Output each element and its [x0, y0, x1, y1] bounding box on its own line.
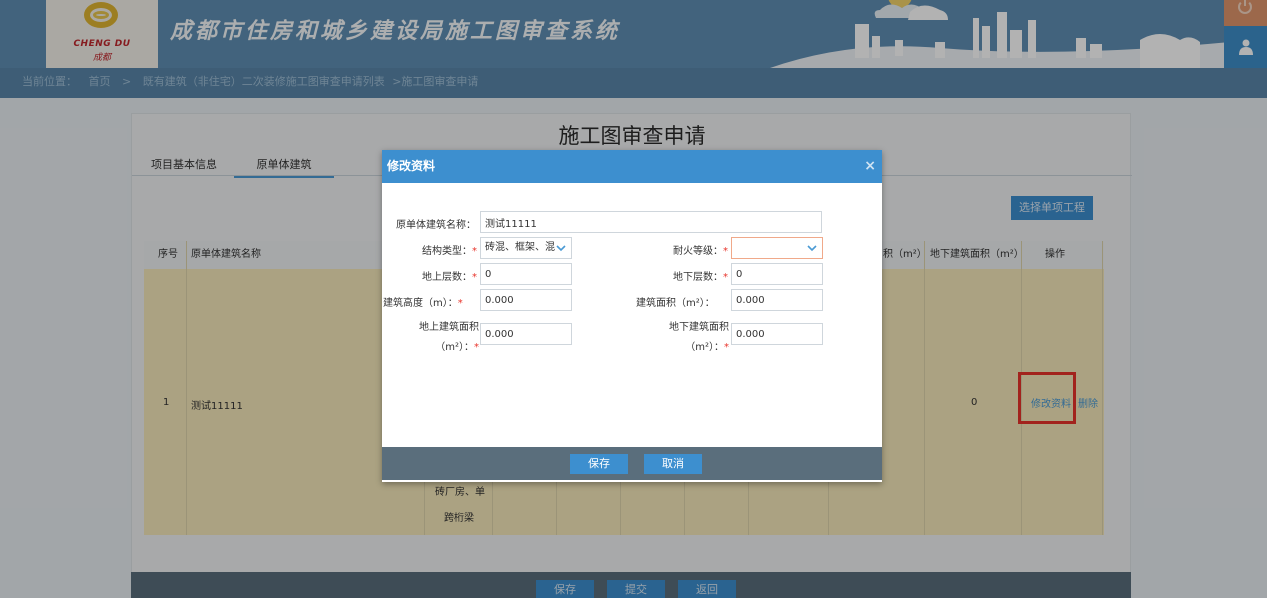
chevron-down-icon: [556, 245, 566, 252]
below-area-input[interactable]: [731, 323, 823, 345]
structure-type-label: 结构类型：*: [422, 246, 477, 257]
close-icon[interactable]: ×: [864, 150, 876, 183]
building-name-label: 原单体建筑名称：: [396, 220, 476, 231]
chevron-down-icon: [807, 245, 817, 252]
above-area-label-2: （m²）：*: [435, 342, 479, 353]
modal-title: 修改资料: [387, 159, 436, 173]
structure-type-select[interactable]: 砖混、框架、混: [480, 237, 572, 259]
modal-cancel-button[interactable]: 取消: [644, 454, 702, 474]
building-name-input[interactable]: [480, 211, 822, 233]
modal-footer: 保存 取消: [382, 447, 882, 480]
below-area-label-2: （m²）：*: [685, 342, 729, 353]
modal-header: 修改资料 ×: [382, 150, 882, 183]
structure-type-value: 砖混、框架、混: [485, 242, 555, 253]
building-height-label: 建筑高度（m）：*: [383, 298, 463, 309]
above-floors-label: 地上层数：*: [422, 272, 477, 283]
above-floors-input[interactable]: [480, 263, 572, 285]
building-area-label: 建筑面积（m²）：: [636, 298, 715, 309]
below-floors-label: 地下层数：*: [673, 272, 728, 283]
building-height-input[interactable]: [480, 289, 572, 311]
modal-save-button[interactable]: 保存: [570, 454, 628, 474]
below-area-label-1: 地下建筑面积: [669, 322, 729, 333]
fire-rating-label: 耐火等级：*: [673, 246, 728, 257]
above-area-input[interactable]: [480, 323, 572, 345]
above-area-label-1: 地上建筑面积: [419, 322, 479, 333]
below-floors-input[interactable]: [731, 263, 823, 285]
fire-rating-select[interactable]: [731, 237, 823, 259]
edit-modal: 修改资料 × 原单体建筑名称： 结构类型：* 砖混、框架、混 耐火等级：* 地上…: [382, 150, 882, 482]
building-area-input[interactable]: [731, 289, 823, 311]
